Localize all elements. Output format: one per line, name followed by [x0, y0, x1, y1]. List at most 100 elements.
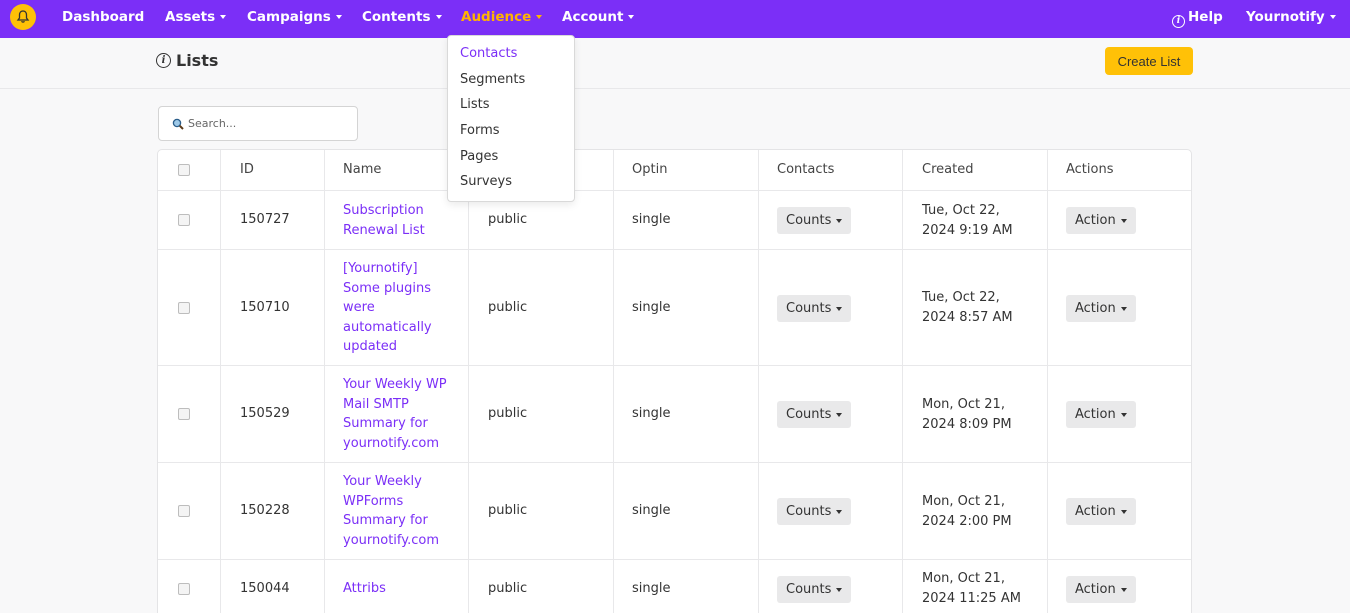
row-name-link[interactable]: [Yournotify] Some plugins were automatic…	[343, 259, 455, 357]
created-time: 2024 8:57 AM	[922, 309, 1013, 325]
menu-item-segments[interactable]: Segments	[460, 72, 525, 87]
chevron-down-icon	[836, 509, 843, 514]
chevron-down-icon	[435, 15, 442, 19]
header-optin: Optin	[632, 162, 668, 177]
row-created: Tue, Oct 22, 2024 8:57 AM	[922, 288, 1013, 327]
menu-item-lists[interactable]: Lists	[460, 97, 490, 112]
column-divider	[1047, 150, 1048, 613]
search-box	[158, 106, 358, 141]
create-list-button[interactable]: Create List	[1105, 47, 1193, 75]
page-header: i Lists Create List	[0, 38, 1350, 89]
action-dropdown-button[interactable]: Action	[1066, 207, 1136, 234]
column-divider	[468, 150, 469, 613]
row-id: 150710	[240, 300, 290, 315]
action-dropdown-button[interactable]: Action	[1066, 576, 1136, 603]
action-label: Action	[1075, 213, 1116, 228]
menu-item-contacts[interactable]: Contacts	[460, 46, 517, 61]
row-name-link[interactable]: Your Weekly WPForms Summary for yournoti…	[343, 472, 455, 550]
action-label: Action	[1075, 504, 1116, 519]
nav-user-menu[interactable]: Yournotify	[1246, 0, 1336, 38]
row-divider	[158, 559, 1191, 560]
row-type: public	[488, 300, 528, 315]
nav-contents-label: Contents	[362, 9, 431, 25]
counts-dropdown-button[interactable]: Counts	[777, 295, 852, 322]
counts-dropdown-button[interactable]: Counts	[777, 207, 852, 234]
action-dropdown-button[interactable]: Action	[1066, 295, 1136, 322]
lists-table: ID Name Optin Contacts Created Actions 1…	[157, 149, 1192, 613]
row-name-link[interactable]: Subscription Renewal List	[343, 201, 455, 240]
row-divider	[158, 365, 1191, 366]
row-checkbox[interactable]	[178, 583, 190, 595]
nav-assets[interactable]: Assets	[165, 0, 227, 38]
created-time: 2024 11:25 AM	[922, 590, 1021, 606]
chevron-down-icon	[536, 15, 543, 19]
nav-user-label: Yournotify	[1246, 9, 1325, 25]
row-id: 150228	[240, 503, 290, 518]
created-date: Mon, Oct 21,	[922, 571, 1005, 586]
counts-label: Counts	[786, 407, 832, 422]
chevron-down-icon	[1120, 218, 1127, 223]
created-date: Tue, Oct 22,	[922, 203, 1000, 218]
row-divider	[158, 462, 1191, 463]
chevron-down-icon	[1120, 306, 1127, 311]
counts-label: Counts	[786, 301, 832, 316]
counts-label: Counts	[786, 504, 832, 519]
row-id: 150727	[240, 212, 290, 227]
row-checkbox[interactable]	[178, 302, 190, 314]
row-name-link[interactable]: Your Weekly WP Mail SMTP Summary for you…	[343, 375, 455, 453]
row-type: public	[488, 581, 528, 596]
nav-account[interactable]: Account	[562, 0, 635, 38]
counts-dropdown-button[interactable]: Counts	[777, 401, 852, 428]
header-actions: Actions	[1066, 162, 1114, 177]
page-title-text: Lists	[176, 51, 219, 70]
action-dropdown-button[interactable]: Action	[1066, 498, 1136, 525]
row-name-link[interactable]: Attribs	[343, 579, 455, 599]
row-optin: single	[632, 581, 671, 596]
row-created: Mon, Oct 21, 2024 2:00 PM	[922, 492, 1012, 531]
column-divider	[902, 150, 903, 613]
row-type: public	[488, 406, 528, 421]
nav-dashboard[interactable]: Dashboard	[62, 0, 144, 38]
chevron-down-icon	[335, 15, 342, 19]
select-all-checkbox[interactable]	[178, 164, 190, 176]
created-date: Mon, Oct 21,	[922, 397, 1005, 412]
header-contacts: Contacts	[777, 162, 835, 177]
menu-item-forms[interactable]: Forms	[460, 123, 500, 138]
counts-label: Counts	[786, 582, 832, 597]
nav-help[interactable]: i Help	[1172, 0, 1223, 38]
created-date: Tue, Oct 22,	[922, 290, 1000, 305]
menu-item-surveys[interactable]: Surveys	[460, 174, 512, 189]
chevron-down-icon	[1329, 15, 1336, 19]
row-optin: single	[632, 503, 671, 518]
row-type: public	[488, 503, 528, 518]
nav-contents[interactable]: Contents	[362, 0, 442, 38]
chevron-down-icon	[1120, 412, 1127, 417]
row-divider	[158, 249, 1191, 250]
chevron-down-icon	[628, 15, 635, 19]
counts-label: Counts	[786, 213, 832, 228]
search-input[interactable]	[188, 117, 348, 130]
info-icon[interactable]: i	[156, 53, 171, 68]
row-checkbox[interactable]	[178, 408, 190, 420]
created-time: 2024 9:19 AM	[922, 222, 1013, 238]
row-created: Mon, Oct 21, 2024 8:09 PM	[922, 395, 1012, 434]
row-id: 150529	[240, 406, 290, 421]
counts-dropdown-button[interactable]: Counts	[777, 576, 852, 603]
nav-audience[interactable]: Audience	[461, 0, 543, 38]
action-dropdown-button[interactable]: Action	[1066, 401, 1136, 428]
created-time: 2024 8:09 PM	[922, 416, 1012, 432]
row-id: 150044	[240, 581, 290, 596]
bell-logo-icon[interactable]	[10, 4, 36, 30]
search-icon	[172, 118, 184, 130]
top-navbar: Dashboard Assets Campaigns Contents Audi…	[0, 0, 1350, 38]
row-type: public	[488, 212, 528, 227]
counts-dropdown-button[interactable]: Counts	[777, 498, 852, 525]
menu-item-pages[interactable]: Pages	[460, 149, 498, 164]
chevron-down-icon	[1120, 587, 1127, 592]
row-checkbox[interactable]	[178, 214, 190, 226]
row-created: Tue, Oct 22, 2024 9:19 AM	[922, 201, 1013, 240]
nav-campaigns[interactable]: Campaigns	[247, 0, 342, 38]
nav-dashboard-label: Dashboard	[62, 9, 145, 25]
chevron-down-icon	[836, 218, 843, 223]
row-checkbox[interactable]	[178, 505, 190, 517]
